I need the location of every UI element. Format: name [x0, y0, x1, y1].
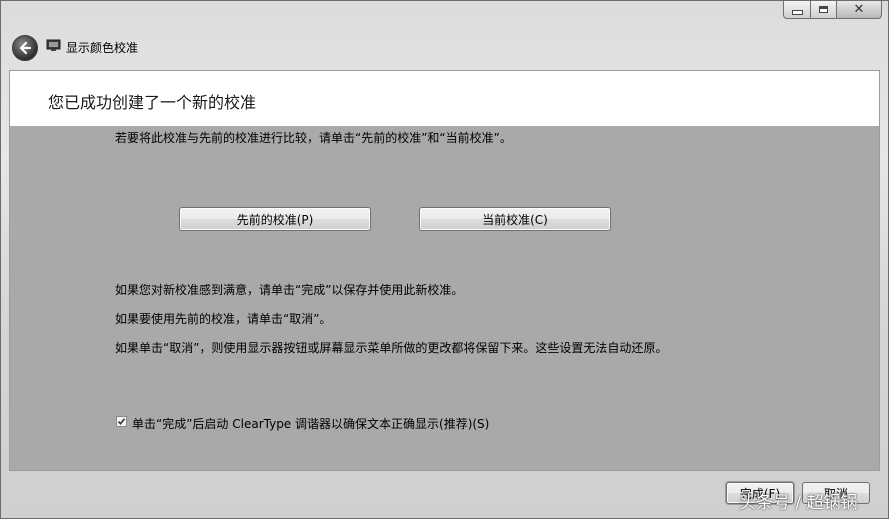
monitor-icon — [46, 39, 61, 51]
dialog-window: ✕ 显示颜色校准 您已成功创建了一个新的校准 若要将此校准与先前的校准进行比较，… — [0, 0, 889, 519]
maximize-button[interactable] — [810, 1, 836, 19]
previous-calibration-button[interactable]: 先前的校准(P) — [179, 207, 371, 231]
minimize-icon — [791, 10, 803, 15]
maximize-icon — [819, 6, 828, 13]
caption-buttons: ✕ — [783, 1, 882, 21]
info-line-finish: 如果您对新校准感到满意，请单击“完成”以保存并使用此新校准。 — [115, 283, 464, 297]
back-arrow-icon — [19, 41, 32, 55]
close-button[interactable]: ✕ — [836, 1, 882, 19]
compare-instruction: 若要将此校准与先前的校准进行比较，请单击“先前的校准”和“当前校准”。 — [115, 131, 512, 145]
watermark: 头条号 / 超锅锅 — [739, 493, 858, 513]
page-heading: 您已成功创建了一个新的校准 — [48, 93, 257, 112]
close-icon: ✕ — [853, 2, 865, 17]
back-button[interactable] — [12, 35, 38, 61]
cleartype-checkbox-label[interactable]: 单击“完成”后启动 ClearType 调谐器以确保文本正确显示(推荐)(S) — [132, 415, 489, 432]
window-title: 显示颜色校准 — [66, 41, 139, 55]
info-line-warning: 如果单击“取消”，则使用显示器按钮或屏幕显示菜单所做的更改都将保留下来。这些设置… — [115, 341, 668, 355]
header-band: 您已成功创建了一个新的校准 — [10, 71, 879, 126]
minimize-button[interactable] — [783, 1, 810, 19]
checkmark-icon — [117, 418, 126, 426]
cleartype-checkbox[interactable] — [116, 416, 127, 427]
content-panel: 您已成功创建了一个新的校准 若要将此校准与先前的校准进行比较，请单击“先前的校准… — [9, 70, 880, 471]
info-line-cancel: 如果要使用先前的校准，请单击“取消”。 — [115, 312, 332, 326]
current-calibration-button[interactable]: 当前校准(C) — [419, 207, 611, 231]
